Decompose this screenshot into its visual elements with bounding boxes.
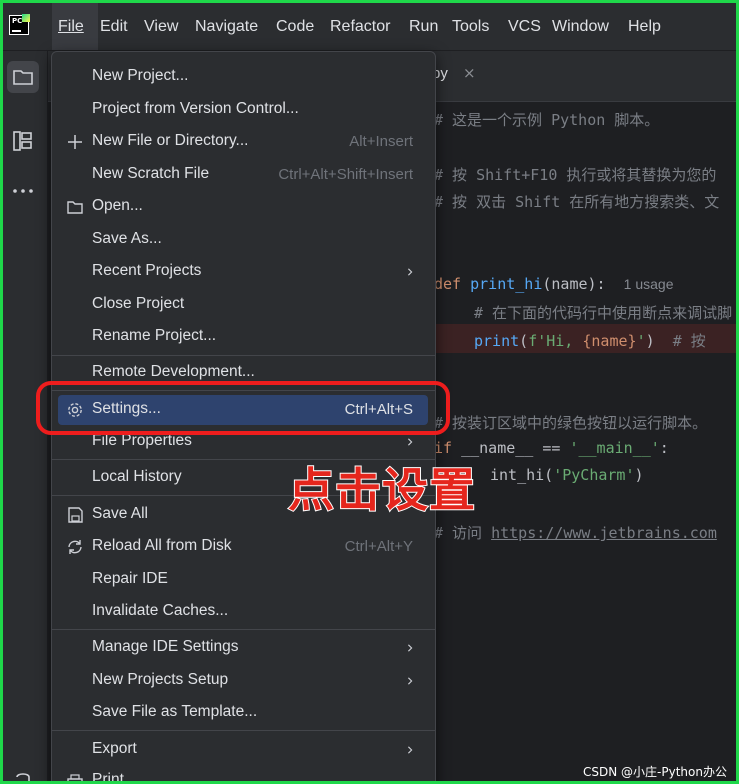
chevron-right-icon — [408, 268, 413, 276]
chevron-right-icon — [408, 644, 413, 652]
reload-icon — [66, 538, 84, 556]
menu-item-project-from-vcs[interactable]: Project from Version Control... — [58, 95, 428, 125]
code-line-comment: # 在下面的代码行中使用断点来调试脚 — [474, 304, 733, 322]
menu-refactor[interactable]: Refactor — [330, 3, 390, 50]
project-folder-icon[interactable] — [7, 61, 39, 93]
menu-file[interactable]: File — [52, 3, 98, 50]
menu-item-export[interactable]: Export — [58, 735, 428, 765]
more-tools-icon[interactable] — [7, 175, 39, 207]
pycharm-logo-icon: PC — [9, 14, 30, 35]
menu-separator — [52, 730, 435, 731]
folder-icon — [66, 198, 84, 216]
menu-separator — [52, 629, 435, 630]
menu-item-new-scratch[interactable]: New Scratch File Ctrl+Alt+Shift+Insert — [58, 160, 428, 190]
menu-item-rename-project[interactable]: Rename Project... — [58, 322, 428, 352]
menu-item-print[interactable]: Print... — [58, 766, 428, 781]
code-line-call: int_hi('PyCharm') — [490, 466, 644, 484]
menu-item-repair-ide[interactable]: Repair IDE — [58, 565, 428, 595]
structure-icon[interactable] — [7, 125, 39, 157]
menu-item-save-as[interactable]: Save As... — [58, 225, 428, 255]
menu-run[interactable]: Run — [409, 3, 438, 50]
menu-help[interactable]: Help — [628, 3, 661, 50]
menu-item-save-file-as-template[interactable]: Save File as Template... — [58, 698, 428, 728]
menu-edit[interactable]: Edit — [100, 3, 128, 50]
usage-hint[interactable]: 1 usage — [624, 276, 674, 292]
code-line-visit: # 访问 https://www.jetbrains.com — [434, 524, 717, 542]
menu-navigate[interactable]: Navigate — [195, 3, 258, 50]
menu-item-open[interactable]: Open... — [58, 192, 428, 222]
menu-tools[interactable]: Tools — [452, 3, 489, 50]
printer-icon — [66, 772, 84, 781]
chevron-right-icon — [408, 438, 413, 446]
code-line-3: # 按 双击 Shift 在所有地方搜索类、文 — [434, 193, 720, 211]
menu-item-reload-from-disk[interactable]: Reload All from Disk Ctrl+Alt+Y — [58, 532, 428, 562]
jetbrains-link[interactable]: https://www.jetbrains.com — [491, 524, 717, 542]
python-console-icon[interactable] — [7, 763, 39, 781]
menu-window[interactable]: Window — [552, 3, 609, 50]
tab-close-icon[interactable]: × — [463, 64, 476, 82]
watermark: CSDN @小庄-Python办公 — [583, 765, 727, 779]
code-line-run-comment: # 按装订区域中的绿色按钮以运行脚本。 — [434, 414, 708, 432]
menu-item-manage-ide-settings[interactable]: Manage IDE Settings — [58, 633, 428, 663]
menu-item-recent-projects[interactable]: Recent Projects — [58, 257, 428, 287]
annotation-text: 点击设置 — [287, 462, 476, 518]
code-line-1: # 这是一个示例 Python 脚本。 — [434, 111, 660, 129]
menu-bar: PC File Edit View Navigate Code Refactor… — [3, 3, 736, 51]
chevron-right-icon — [408, 677, 413, 685]
menu-item-close-project[interactable]: Close Project — [58, 290, 428, 320]
save-icon — [66, 506, 84, 524]
code-line-def: def print_hi(name): 1 usage — [434, 275, 674, 293]
plus-icon — [66, 133, 84, 151]
ide-window: PC File Edit View Navigate Code Refactor… — [0, 0, 739, 784]
menu-item-new-project[interactable]: New Project... — [58, 62, 428, 92]
menu-separator — [52, 355, 435, 356]
menu-item-invalidate-caches[interactable]: Invalidate Caches... — [58, 597, 428, 627]
chevron-right-icon — [408, 746, 413, 754]
settings-highlight-box — [36, 381, 450, 435]
menu-item-new-projects-setup[interactable]: New Projects Setup — [58, 666, 428, 696]
code-line-2: # 按 Shift+F10 执行或将其替换为您的 — [434, 166, 717, 184]
logo-text: PC — [12, 17, 23, 25]
menu-vcs[interactable]: VCS — [508, 3, 541, 50]
menu-view[interactable]: View — [144, 3, 178, 50]
menu-code[interactable]: Code — [276, 3, 314, 50]
menu-item-new-file[interactable]: New File or Directory... Alt+Insert — [58, 127, 428, 157]
code-line-print: print(f'Hi, {name}') # 按 — [474, 332, 706, 350]
